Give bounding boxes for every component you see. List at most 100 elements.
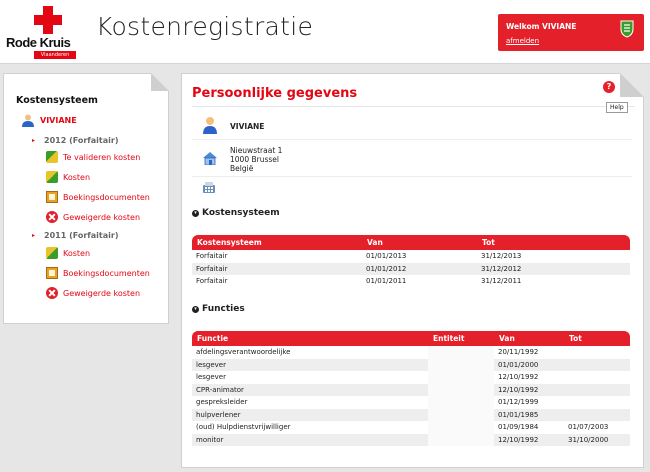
app-title: Kostenregistratie (96, 12, 314, 41)
table-cell: gespreksleider (192, 396, 428, 409)
sidebar-item-label: Kosten (63, 172, 91, 182)
table-cell: 12/10/1992 (494, 371, 564, 384)
table-cell: 01/07/2003 (564, 421, 630, 434)
table-cell: 01/09/1984 (494, 421, 564, 434)
address-line: Nieuwstraat 1 (230, 146, 283, 155)
table-row: hulpverlener 01/01/1985 (192, 408, 630, 421)
collapse-toggle-icon: ▾ (192, 305, 199, 313)
section-heading: Kostensysteem (202, 208, 280, 218)
sidebar-item-te-valideren-kosten[interactable]: Te valideren kosten (46, 151, 140, 163)
table-row: lesgever 01/01/2000 (192, 358, 630, 371)
contact-row (192, 178, 632, 200)
rode-kruis-logo[interactable]: Rode Kruis Vlaanderen (6, 6, 76, 62)
table-cell: 31/10/2000 (564, 433, 630, 446)
help-icon[interactable]: ? (603, 81, 615, 93)
table-cell: CPR-animator (192, 383, 428, 396)
sidebar-item-kosten-2011[interactable]: Kosten (46, 247, 90, 259)
sidebar-year-label: 2011 (Forfaitair) (44, 231, 119, 240)
table-cell: 01/01/2011 (362, 275, 477, 288)
sidebar-item-boekingsdocumenten-2011[interactable]: Boekingsdocumenten (46, 267, 150, 279)
column-header[interactable]: Entiteit (428, 331, 494, 346)
address-line: België (230, 164, 254, 173)
validate-costs-icon (46, 151, 58, 163)
sidebar-user-label: VIVIANE (40, 116, 77, 125)
column-header[interactable]: Van (494, 331, 564, 346)
table-cell (428, 396, 494, 409)
table-cell: 01/12/1999 (494, 396, 564, 409)
shield-icon (620, 20, 634, 38)
address-line: 1000 Brussel (230, 155, 279, 164)
sidebar-year-2012[interactable]: ▸ 2012 (Forfaitair) (32, 136, 119, 145)
table-row: Forfaitair 01/01/2011 31/12/2011 (192, 275, 630, 288)
column-header[interactable]: Van (362, 235, 477, 250)
table-cell: 31/12/2011 (477, 275, 630, 288)
column-header[interactable]: Tot (477, 235, 630, 250)
table-row: CPR-animator 12/10/1992 (192, 383, 630, 396)
sidebar-item-boekingsdocumenten-2012[interactable]: Boekingsdocumenten (46, 191, 150, 203)
table-cell: 01/01/2012 (362, 262, 477, 275)
expand-triangle-icon: ▸ (32, 232, 36, 239)
page-title: Persoonlijke gegevens (192, 86, 358, 101)
red-cross-icon (34, 6, 62, 34)
app-header: Rode Kruis Vlaanderen Kostenregistratie … (0, 0, 650, 64)
sidebar-item-label: Geweigerde kosten (63, 288, 141, 298)
section-heading: Functies (202, 304, 245, 314)
sidebar-item-geweigerde-kosten-2012[interactable]: Geweigerde kosten (46, 211, 140, 223)
table-cell: lesgever (192, 371, 428, 384)
table-cell (564, 383, 630, 396)
sidebar: Kostensysteem VIVIANE ▸ 2012 (Forfaitair… (3, 73, 169, 324)
table-row: (oud) Hulpdienstvrijwilliger 01/09/1984 … (192, 421, 630, 434)
document-icon (46, 267, 58, 279)
table-cell: monitor (192, 433, 428, 446)
sidebar-item-geweigerde-kosten-2011[interactable]: Geweigerde kosten (46, 287, 140, 299)
collapse-toggle-icon: ▾ (192, 209, 199, 217)
table-cell: lesgever (192, 358, 428, 371)
sidebar-item-label: Kosten (63, 248, 91, 258)
column-header[interactable]: Kostensysteem (192, 235, 362, 250)
sidebar-user[interactable]: VIVIANE (22, 114, 77, 127)
table-cell: (oud) Hulpdienstvrijwilliger (192, 421, 428, 434)
table-cell (428, 371, 494, 384)
table-cell (428, 358, 494, 371)
section-functies[interactable]: ▾ Functies (192, 304, 245, 314)
table-cell: 31/12/2013 (477, 250, 630, 263)
brand-sub: Vlaanderen (34, 51, 76, 59)
table-row: Forfaitair 01/01/2013 31/12/2013 (192, 250, 630, 263)
table-cell: Forfaitair (192, 275, 362, 288)
brand-name: Rode Kruis (6, 35, 71, 50)
logout-link[interactable]: afmelden (506, 37, 539, 45)
page-fold (620, 73, 644, 97)
table-cell: hulpverlener (192, 408, 428, 421)
table-cell (428, 421, 494, 434)
table-cell (564, 371, 630, 384)
address-block: Nieuwstraat 1 1000 Brussel België (230, 146, 282, 173)
table-cell: 20/11/1992 (494, 346, 564, 359)
table-cell (564, 346, 630, 359)
sidebar-year-2011[interactable]: ▸ 2011 (Forfaitair) (32, 231, 119, 240)
kostensysteem-table: Kostensysteem Van Tot Forfaitair 01/01/2… (192, 235, 630, 288)
table-row: lesgever 12/10/1992 (192, 371, 630, 384)
table-cell: 01/01/2000 (494, 358, 564, 371)
sidebar-item-label: Boekingsdocumenten (63, 192, 150, 202)
home-icon (203, 152, 217, 165)
table-cell (564, 358, 630, 371)
sidebar-item-kosten-2012[interactable]: Kosten (46, 171, 90, 183)
table-cell: 12/10/1992 (494, 383, 564, 396)
column-header[interactable]: Functie (192, 331, 428, 346)
table-cell (564, 408, 630, 421)
section-kostensysteem[interactable]: ▾ Kostensysteem (192, 208, 280, 218)
sidebar-title: Kostensysteem (16, 95, 98, 106)
table-cell (428, 433, 494, 446)
page-fold (151, 73, 169, 91)
table-row: gespreksleider 01/12/1999 (192, 396, 630, 409)
column-header[interactable]: Tot (564, 331, 630, 346)
table-cell: Forfaitair (192, 250, 362, 263)
table-cell: 01/01/2013 (362, 250, 477, 263)
table-row: Forfaitair 01/01/2012 31/12/2012 (192, 262, 630, 275)
sidebar-year-label: 2012 (Forfaitair) (44, 136, 119, 145)
table-cell: Forfaitair (192, 262, 362, 275)
rejected-icon (46, 287, 58, 299)
table-cell: 01/01/1985 (494, 408, 564, 421)
table-cell (428, 408, 494, 421)
title-divider (192, 106, 635, 107)
